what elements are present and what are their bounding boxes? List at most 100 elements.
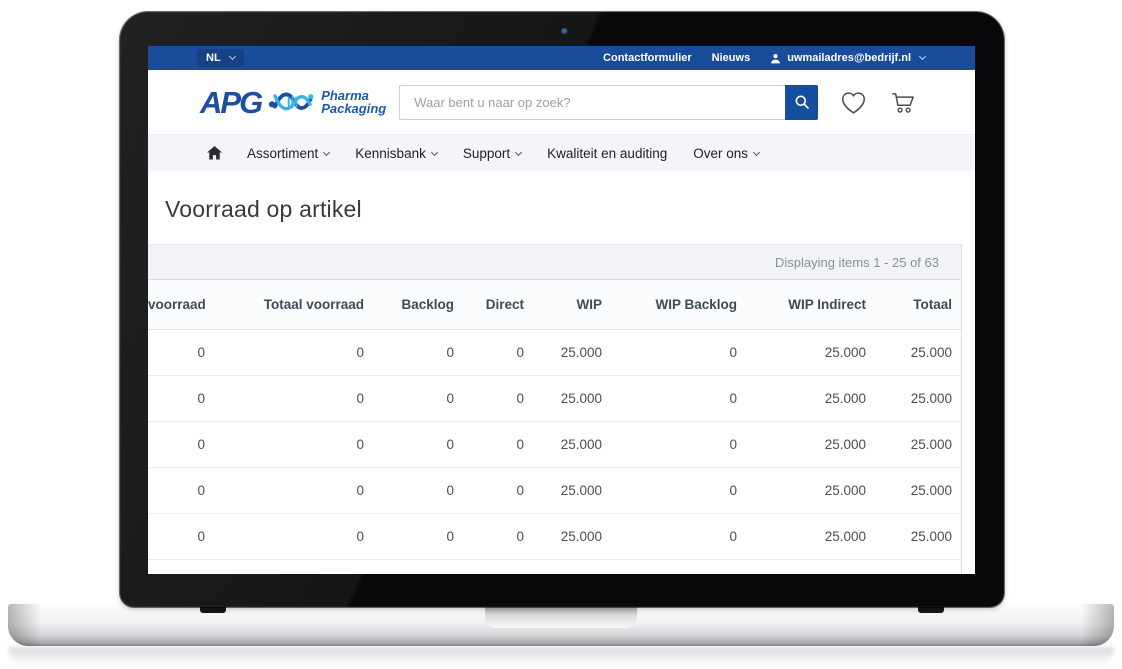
nav-item-assortiment[interactable]: Assortiment <box>234 146 342 161</box>
nav-item-kennisbank[interactable]: Kennisbank <box>342 146 450 161</box>
cell-backlog: 0 <box>364 345 454 360</box>
nav-home[interactable] <box>207 146 234 160</box>
wishlist-button[interactable] <box>840 90 867 115</box>
search-bar <box>399 85 818 120</box>
language-label: NL <box>206 52 221 64</box>
cell-totaal: 25.000 <box>866 483 952 498</box>
table-status-bar: Displaying items 1 - 25 of 63 <box>148 244 961 280</box>
cell-direct: 0 <box>454 391 524 406</box>
cell-wip: 25.000 <box>524 345 602 360</box>
laptop-mockup: NL Contactformulier Nieuws uwmailadres@b… <box>0 0 1122 669</box>
chevron-down-icon <box>431 148 438 155</box>
table-row[interactable]: 0 0 0 0 25.000 0 25.000 25.000 <box>148 560 961 574</box>
tagline-line2: Packaging <box>321 101 386 116</box>
brand-tagline: Pharma Packaging <box>321 89 386 115</box>
nav-label: Kennisbank <box>355 146 426 161</box>
cell-voorraad: 0 <box>148 391 205 406</box>
column-header-wip[interactable]: WIP <box>524 297 602 312</box>
cell-wip: 25.000 <box>524 483 602 498</box>
chevron-down-icon <box>323 148 330 155</box>
cart-icon <box>889 89 917 115</box>
nav-item-support[interactable]: Support <box>450 146 534 161</box>
cell-wip: 25.000 <box>524 437 602 452</box>
table-row[interactable]: 0 0 0 0 25.000 0 25.000 25.000 <box>148 468 961 514</box>
table-row[interactable]: 0 0 0 0 25.000 0 25.000 25.000 <box>148 514 961 560</box>
table-row[interactable]: 0 0 0 0 25.000 0 25.000 25.000 <box>148 422 961 468</box>
table-row[interactable]: 0 0 0 0 25.000 0 25.000 25.000 <box>148 330 961 376</box>
nav-label: Support <box>463 146 510 161</box>
top-utility-bar: NL Contactformulier Nieuws uwmailadres@b… <box>148 46 975 70</box>
brand-text: APG <box>200 87 261 118</box>
stock-table: Displaying items 1 - 25 of 63 voorraad T… <box>148 244 962 574</box>
search-input[interactable] <box>399 85 785 120</box>
topbar-links: Contactformulier Nieuws uwmailadres@bedr… <box>603 52 925 64</box>
cell-backlog: 0 <box>364 391 454 406</box>
nav-item-kwaliteit[interactable]: Kwaliteit en auditing <box>534 146 680 161</box>
cell-totaal: 25.000 <box>866 391 952 406</box>
column-header-totaal[interactable]: Totaal <box>866 297 952 312</box>
table-row[interactable]: 0 0 0 0 25.000 0 25.000 25.000 <box>148 376 961 422</box>
laptop-reflection <box>8 647 1114 669</box>
cell-totaal: 25.000 <box>866 345 952 360</box>
cell-wip-indirect: 25.000 <box>737 483 866 498</box>
cell-wip-indirect: 25.000 <box>737 345 866 360</box>
user-icon <box>770 53 781 64</box>
nav-label: Over ons <box>693 146 748 161</box>
cell-wip-indirect: 25.000 <box>737 437 866 452</box>
cell-totaal-voorraad: 0 <box>205 437 364 452</box>
nav-label: Assortiment <box>247 146 318 161</box>
news-link[interactable]: Nieuws <box>712 52 751 64</box>
account-menu[interactable]: uwmailadres@bedrijf.nl <box>770 52 925 64</box>
cell-direct: 0 <box>454 529 524 544</box>
chevron-down-icon <box>753 148 760 155</box>
account-email: uwmailadres@bedrijf.nl <box>787 52 911 64</box>
cell-direct: 0 <box>454 345 524 360</box>
contact-link[interactable]: Contactformulier <box>603 52 692 64</box>
cell-wip-backlog: 0 <box>602 483 737 498</box>
cell-totaal-voorraad: 0 <box>205 391 364 406</box>
nav-item-over-ons[interactable]: Over ons <box>680 146 772 161</box>
cell-wip-backlog: 0 <box>602 391 737 406</box>
cell-voorraad: 0 <box>148 345 205 360</box>
chevron-down-icon <box>515 148 522 155</box>
column-header-direct[interactable]: Direct <box>454 297 524 312</box>
cell-totaal-voorraad: 0 <box>205 483 364 498</box>
paging-status: Displaying items 1 - 25 of 63 <box>775 255 939 270</box>
dna-helix-icon <box>268 86 314 118</box>
cell-direct: 0 <box>454 437 524 452</box>
table-header-row: voorraad Totaal voorraad Backlog Direct … <box>148 280 961 330</box>
column-header-wip-indirect[interactable]: WIP Indirect <box>737 297 866 312</box>
cell-wip-backlog: 0 <box>602 345 737 360</box>
search-button[interactable] <box>785 85 818 120</box>
cell-wip-indirect: 25.000 <box>737 391 866 406</box>
page-title: Voorraad op artikel <box>165 196 975 223</box>
company-logo[interactable]: APG Pharma Packaging <box>200 86 386 118</box>
cell-voorraad: 0 <box>148 529 205 544</box>
cell-totaal: 25.000 <box>866 437 952 452</box>
cell-voorraad: 0 <box>148 483 205 498</box>
chevron-down-icon <box>919 53 926 60</box>
cell-wip: 25.000 <box>524 391 602 406</box>
cell-wip-backlog: 0 <box>602 529 737 544</box>
cell-backlog: 0 <box>364 437 454 452</box>
cell-totaal: 25.000 <box>866 529 952 544</box>
cell-direct: 0 <box>454 483 524 498</box>
column-header-voorraad[interactable]: voorraad <box>148 297 205 312</box>
heart-icon <box>840 90 867 115</box>
browser-screen: NL Contactformulier Nieuws uwmailadres@b… <box>148 46 975 574</box>
cell-wip: 25.000 <box>524 529 602 544</box>
column-header-totaal-voorraad[interactable]: Totaal voorraad <box>205 297 364 312</box>
site-header: APG Pharma Packaging <box>148 70 975 134</box>
nav-label: Kwaliteit en auditing <box>547 146 667 161</box>
cell-backlog: 0 <box>364 483 454 498</box>
main-nav: Assortiment Kennisbank Support Kwaliteit… <box>148 134 975 171</box>
column-header-wip-backlog[interactable]: WIP Backlog <box>602 297 737 312</box>
laptop-lid: NL Contactformulier Nieuws uwmailadres@b… <box>120 12 1004 607</box>
chevron-down-icon <box>229 53 236 60</box>
cell-wip-indirect: 25.000 <box>737 529 866 544</box>
search-icon <box>794 94 810 110</box>
column-header-backlog[interactable]: Backlog <box>364 297 454 312</box>
laptop-base-notch <box>485 604 637 628</box>
cart-button[interactable] <box>889 89 917 115</box>
language-selector[interactable]: NL <box>197 49 244 67</box>
